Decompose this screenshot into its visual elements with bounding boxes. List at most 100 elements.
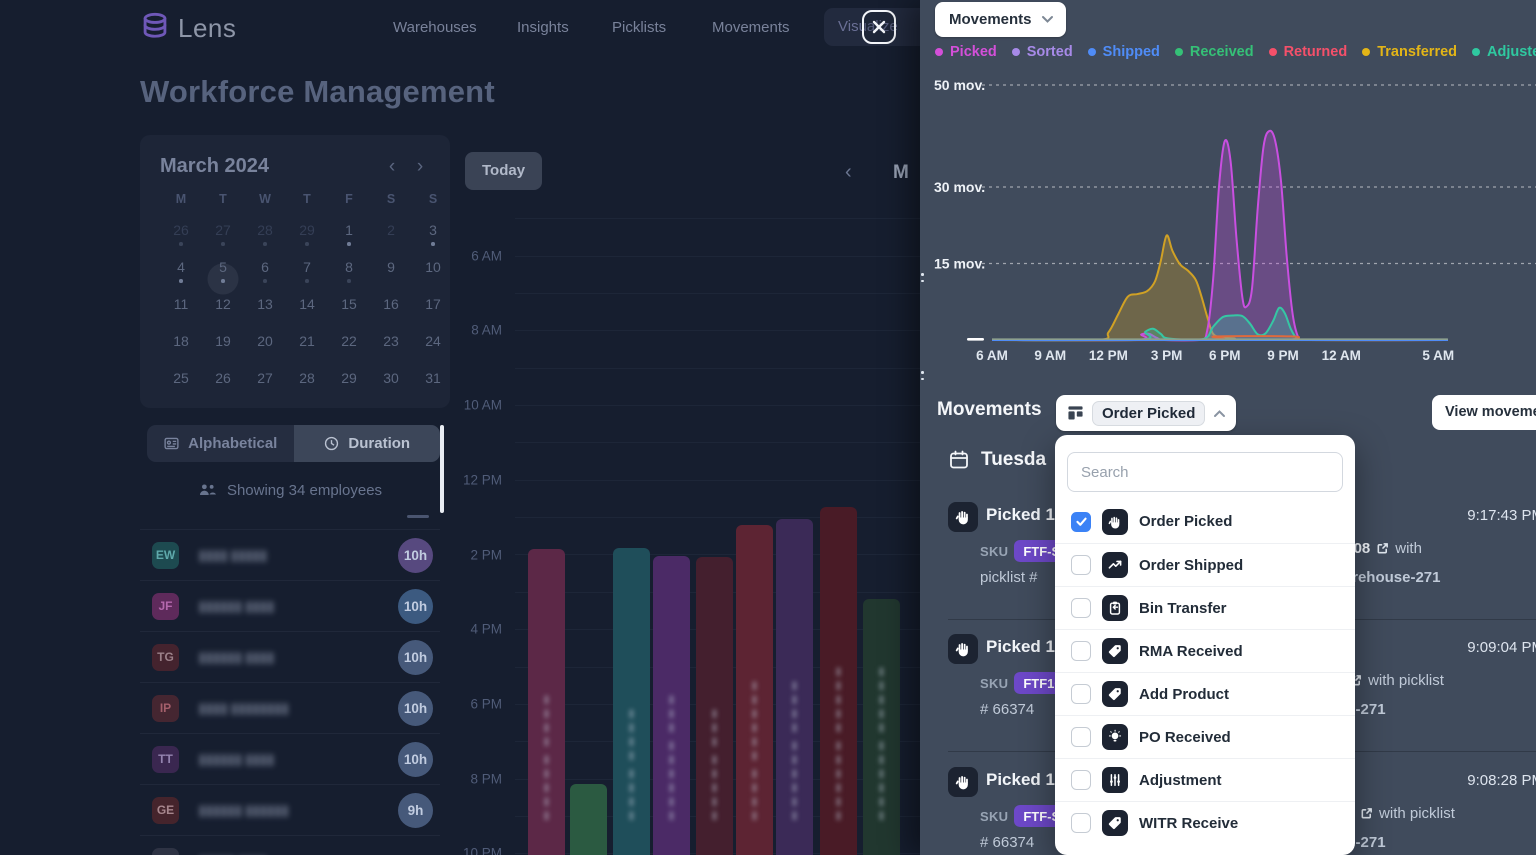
dropdown-item-order-shipped[interactable]: Order Shipped (1055, 543, 1355, 586)
employee-row[interactable]: TG▮▮▮▮▮▮ ▮▮▮▮10h (140, 631, 440, 682)
dropdown-item-rma-received[interactable]: RMA Received (1055, 629, 1355, 672)
schedule-bar[interactable]: ▮▮▮▮▮▮ ▮▮▮▮▮ (820, 507, 857, 855)
tag-icon (1102, 638, 1128, 664)
page-title: Workforce Management (140, 74, 495, 110)
calendar-day[interactable]: 12 (202, 292, 244, 329)
sliders-icon (1102, 767, 1128, 793)
calendar-day[interactable]: 7 (286, 255, 328, 292)
employee-row[interactable]: GE▮▮▮▮▮▮ ▮▮▮▮▮▮9h (140, 784, 440, 835)
calendar-day[interactable]: 1 (328, 218, 370, 255)
schedule-bar[interactable]: ▮▮▮▮▮▮ ▮▮▮▮ (776, 519, 813, 855)
calendar-next-icon[interactable]: › (406, 156, 434, 178)
checkbox[interactable] (1071, 555, 1091, 575)
schedule-prev-icon[interactable]: ‹ (845, 161, 852, 184)
svg-text:3 PM: 3 PM (1151, 348, 1183, 363)
nav-item-insights[interactable]: Insights (517, 19, 569, 36)
dropdown-item-add-product[interactable]: Add Product (1055, 672, 1355, 715)
calendar-day[interactable]: 20 (244, 329, 286, 366)
hand-icon (948, 767, 978, 797)
schedule-bar-label-blurred: ▮▮▮▮▮▮ ▮▮▮ (665, 693, 678, 837)
schedule-bar-label-blurred: ▮▮▮▮▮▮ ▮▮▮▮ (788, 679, 801, 837)
time-axis-label: 8 PM (442, 771, 502, 786)
calendar-day[interactable]: 25 (160, 366, 202, 403)
svg-text:30 mov.: 30 mov. (934, 179, 985, 195)
calendar-day[interactable]: 28 (244, 218, 286, 255)
movements-drawer: Movements PickedSortedShippedReceivedRet… (920, 0, 1536, 855)
app-logo[interactable]: Lens (140, 11, 236, 45)
close-drawer-button[interactable] (862, 10, 896, 44)
employee-row[interactable]: ▮▮▮▮▮ ▮▮▮▮ (140, 835, 440, 855)
calendar-day[interactable]: 2 (370, 218, 412, 255)
day-header: Tuesda (948, 449, 1046, 471)
employee-row[interactable]: TT▮▮▮▮▮▮ ▮▮▮▮10h (140, 733, 440, 784)
calendar-day[interactable]: 27 (202, 218, 244, 255)
hour-gridline (515, 218, 920, 219)
calendar-day[interactable]: 11 (160, 292, 202, 329)
duration-badge: 9h (398, 793, 433, 828)
employee-row[interactable]: IP▮▮▮▮ ▮▮▮▮▮▮▮▮10h (140, 682, 440, 733)
calendar-day[interactable]: 18 (160, 329, 202, 366)
dropdown-item-bin-transfer[interactable]: Bin Transfer (1055, 586, 1355, 629)
calendar-day[interactable]: 6 (244, 255, 286, 292)
movement-row-timestamp: 9:08:28 PM (1467, 772, 1536, 789)
calendar-day[interactable]: 29 (286, 218, 328, 255)
checkbox[interactable] (1071, 770, 1091, 790)
schedule-bar[interactable]: ▮▮▮▮▮ ▮▮▮▮ (528, 549, 565, 855)
calendar-day[interactable]: 8 (328, 255, 370, 292)
calendar-weekday: F (328, 192, 370, 218)
nav-item-warehouses[interactable]: Warehouses (393, 19, 477, 36)
calendar-prev-icon[interactable]: ‹ (378, 156, 406, 178)
employee-row[interactable]: EW▮▮▮▮ ▮▮▮▮▮10h (140, 529, 440, 580)
movement-type-filter-button[interactable]: Order Picked (1056, 395, 1236, 431)
sort-duration-button[interactable]: Duration (294, 425, 441, 462)
calendar-day[interactable]: 4 (160, 255, 202, 292)
employee-name-blurred: ▮▮▮▮▮▮ ▮▮▮▮ (198, 597, 398, 615)
calendar-day[interactable]: 19 (202, 329, 244, 366)
nav-item-movements[interactable]: Movements (712, 19, 790, 36)
schedule-bar[interactable]: ▮▮▮▮ ▮▮▮▮▮▮ (736, 525, 773, 855)
dropdown-item-order-picked[interactable]: Order Picked (1055, 500, 1355, 543)
checkbox[interactable] (1071, 684, 1091, 704)
calendar-day[interactable]: 23 (370, 329, 412, 366)
today-button[interactable]: Today (465, 152, 542, 190)
schedule-bar[interactable]: ▮▮▮▮ ▮▮▮▮ (613, 548, 650, 855)
calendar-day[interactable]: 27 (244, 366, 286, 403)
calendar-day[interactable]: 28 (286, 366, 328, 403)
calendar-day[interactable]: 21 (286, 329, 328, 366)
svg-text:9 PM: 9 PM (1267, 348, 1299, 363)
movements-section-title: Movements (937, 399, 1042, 421)
checkbox-checked[interactable] (1071, 512, 1091, 532)
calendar-day[interactable]: 9 (370, 255, 412, 292)
calendar-day-selected[interactable]: 5 (202, 255, 244, 292)
calendar-day[interactable]: 22 (328, 329, 370, 366)
calendar-day[interactable]: 16 (370, 292, 412, 329)
schedule-bar[interactable]: ▮▮▮▮▮ ▮▮▮ (696, 557, 733, 855)
calendar-day[interactable]: 14 (286, 292, 328, 329)
calendar-day[interactable]: 13 (244, 292, 286, 329)
schedule-bar[interactable] (570, 784, 607, 855)
checkbox[interactable] (1071, 598, 1091, 618)
checkbox[interactable] (1071, 727, 1091, 747)
employee-name-blurred: ▮▮▮▮▮▮ ▮▮▮▮ (198, 648, 398, 666)
timeline-scrollbar[interactable] (440, 425, 444, 513)
dropdown-item-po-received[interactable]: PO Received (1055, 715, 1355, 758)
calendar-day[interactable]: 26 (202, 366, 244, 403)
calendar-day[interactable]: 29 (328, 366, 370, 403)
calendar-day[interactable]: 26 (160, 218, 202, 255)
checkbox[interactable] (1071, 813, 1091, 833)
chevron-up-icon (1213, 409, 1226, 418)
schedule-bar[interactable]: ▮▮▮▮▮▮ ▮▮▮ (653, 556, 690, 855)
search-input[interactable] (1067, 452, 1343, 492)
dropdown-item-witr-receive[interactable]: WITR Receive (1055, 801, 1355, 844)
dropdown-item-adjustment[interactable]: Adjustment (1055, 758, 1355, 801)
schedule-bar[interactable]: ▮▮▮▮▮▮ ▮▮▮▮▮ (863, 599, 900, 855)
dropdown-item-label: Adjustment (1139, 772, 1222, 789)
calendar-day[interactable]: 15 (328, 292, 370, 329)
employee-list-scroll-indicator[interactable] (407, 515, 429, 518)
checkbox[interactable] (1071, 641, 1091, 661)
employee-row[interactable]: JF▮▮▮▮▮▮ ▮▮▮▮10h (140, 580, 440, 631)
nav-item-picklists[interactable]: Picklists (612, 19, 666, 36)
sort-alphabetical-button[interactable]: Alphabetical (147, 425, 294, 462)
calendar-day[interactable]: 30 (370, 366, 412, 403)
view-movement-button[interactable]: View movement (1432, 395, 1536, 430)
